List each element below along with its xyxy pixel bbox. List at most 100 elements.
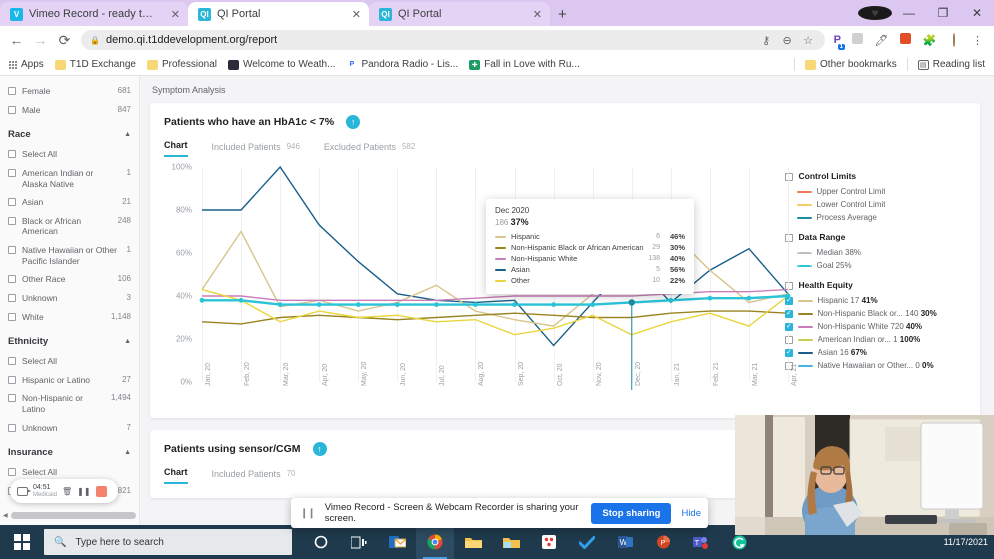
section-header-insurance[interactable]: Insurance ▲ [0, 437, 139, 463]
chart-data-point[interactable] [668, 297, 674, 303]
star-icon[interactable]: ☆ [801, 34, 816, 47]
legend-item[interactable]: Asian 16 67% [784, 346, 966, 359]
reader-icon[interactable] [898, 33, 913, 47]
powerpoint-icon[interactable]: P [644, 525, 682, 559]
tab-excluded-patients[interactable]: Excluded Patients 582 [324, 142, 415, 157]
stop-icon[interactable] [95, 485, 107, 497]
checkbox-icon[interactable] [8, 375, 16, 384]
chevron-up-icon[interactable]: ▲ [124, 449, 131, 456]
reload-button[interactable]: ⟳ [57, 32, 72, 49]
chrome-icon[interactable] [416, 525, 454, 559]
menu-icon[interactable]: ⋮ [970, 34, 985, 47]
chevron-up-icon[interactable]: ▲ [124, 338, 131, 345]
back-button[interactable]: ← [9, 32, 24, 48]
legend-item[interactable]: Non-Hispanic White 720 40% [784, 320, 966, 333]
tab-included-patients[interactable]: Included Patients 70 [212, 469, 296, 484]
vimeo-heart-icon[interactable]: ♥ [858, 6, 892, 20]
filter-race-asian[interactable]: Asian 21 [0, 193, 139, 212]
close-window-button[interactable]: ✕ [960, 6, 994, 20]
screen-recorder-widget[interactable]: 04:51 Medicaid 🗑 ❚❚ [10, 479, 118, 503]
pause-icon[interactable]: ❚❚ [77, 487, 90, 496]
checkbox-icon[interactable] [8, 275, 16, 284]
filter-race-other[interactable]: Other Race 106 [0, 270, 139, 289]
extensions-icon[interactable]: 🧩 [922, 34, 937, 47]
filter-eth-select-all[interactable]: Select All [0, 352, 139, 371]
checkbox-icon[interactable] [8, 216, 16, 225]
password-manager-icon[interactable]: P1 [834, 34, 845, 50]
checkbox-icon[interactable] [8, 468, 16, 477]
legend-item[interactable]: American Indian or... 1 100% [784, 333, 966, 346]
tab-close-icon[interactable]: ✕ [523, 8, 542, 21]
reading-list-button[interactable]: ▤ Reading list [917, 59, 985, 70]
section-header-ethnicity[interactable]: Ethnicity ▲ [0, 326, 139, 352]
chart-data-point[interactable] [394, 302, 400, 307]
checkbox-icon[interactable] [8, 312, 16, 321]
checkbox-icon[interactable] [8, 105, 16, 114]
filter-race-select-all[interactable]: Select All [0, 145, 139, 164]
task-view-icon[interactable] [340, 525, 378, 559]
legend-group-header[interactable]: Data Range [784, 232, 966, 242]
forward-button[interactable]: → [33, 32, 48, 48]
tab-chart[interactable]: Chart [164, 140, 188, 157]
legend-item[interactable]: Hispanic 17 41% [784, 294, 966, 307]
section-header-race[interactable]: Race ▲ [0, 119, 139, 145]
new-tab-button[interactable]: + [550, 6, 575, 26]
checkbox-icon[interactable] [784, 296, 793, 305]
checkbox-icon[interactable] [784, 322, 793, 331]
browser-tab-1[interactable]: QI QI Portal ✕ [188, 2, 369, 26]
search-input[interactable]: 🔍 Type here to search [44, 529, 292, 555]
checkbox-icon[interactable] [8, 150, 16, 159]
address-bar[interactable]: 🔒 demo.qi.t1ddevelopment.org/report ⚷ ⊖ … [81, 30, 825, 50]
tab-close-icon[interactable]: ✕ [161, 8, 180, 21]
legend-group-header[interactable]: Health Equity [784, 280, 966, 290]
filter-eth-hispanic[interactable]: Hispanic or Latino 27 [0, 371, 139, 390]
filter-race-white[interactable]: White 1,148 [0, 308, 139, 327]
chart-legend[interactable]: Control Limits Upper Control Limit Lower C… [779, 167, 966, 412]
chart-data-point[interactable] [707, 295, 713, 301]
chart-data-point[interactable] [316, 302, 322, 307]
cortana-icon[interactable] [302, 525, 340, 559]
chart-data-point[interactable] [434, 302, 439, 307]
file-explorer-icon[interactable] [454, 525, 492, 559]
drag-handle-icon[interactable]: ❙❙ [300, 508, 316, 519]
chart-data-point[interactable] [199, 297, 205, 303]
checkbox-icon[interactable] [8, 394, 16, 403]
minimize-button[interactable]: — [892, 6, 926, 20]
chart-data-point[interactable] [746, 295, 752, 301]
outlook-icon[interactable] [378, 525, 416, 559]
bookmark-sheets[interactable]: ✚ Fall in Love with Ru... [469, 59, 580, 70]
chart-highlight-point[interactable] [628, 299, 635, 306]
zoom-out-icon[interactable]: ⊖ [780, 34, 795, 47]
chart-data-point[interactable] [238, 297, 244, 303]
tab-included-patients[interactable]: Included Patients 946 [212, 142, 300, 157]
maximize-button[interactable]: ❐ [926, 6, 960, 20]
start-button[interactable] [0, 534, 44, 550]
tab-close-icon[interactable]: ✕ [342, 8, 361, 21]
other-bookmarks-folder[interactable]: Other bookmarks [805, 59, 897, 70]
webcam-overlay[interactable] [735, 415, 994, 535]
legend-item[interactable]: Lower Control Limit [785, 198, 966, 211]
filter-race-black[interactable]: Black or African American 248 [0, 212, 139, 241]
checkbox-icon[interactable] [8, 423, 16, 432]
teams-icon[interactable]: T [682, 525, 720, 559]
chart-data-point[interactable] [590, 302, 596, 307]
profile-avatar[interactable] [946, 33, 961, 47]
taskbar-clock[interactable]: 11/17/2021 [944, 537, 988, 548]
sidebar-horizontal-scrollbar[interactable]: ◀ [0, 511, 139, 519]
filter-race-native-hawaiian[interactable]: Native Hawaiian or Other Pacific Islande… [0, 241, 139, 270]
legend-group-header[interactable]: Control Limits [784, 171, 966, 181]
bookmark-pandora[interactable]: P Pandora Radio - Lis... [346, 59, 458, 70]
legend-item[interactable]: Median 38% [785, 246, 966, 259]
screenshot-icon[interactable] [850, 33, 865, 47]
filter-male[interactable]: Male 847 [0, 101, 139, 120]
chart-data-point[interactable] [551, 302, 556, 307]
tab-chart[interactable]: Chart [164, 467, 188, 484]
checkbox-icon[interactable] [8, 357, 16, 366]
chart-data-point[interactable] [355, 302, 361, 307]
bookmark-professional[interactable]: Professional [146, 59, 217, 70]
dice-app-icon[interactable] [530, 525, 568, 559]
filter-race-american-indian[interactable]: American Indian or Alaska Native 1 [0, 164, 139, 193]
todo-check-icon[interactable] [568, 525, 606, 559]
bookmark-apps[interactable]: Apps [9, 59, 44, 70]
highlighter-icon[interactable]: 🖊 [874, 34, 889, 47]
